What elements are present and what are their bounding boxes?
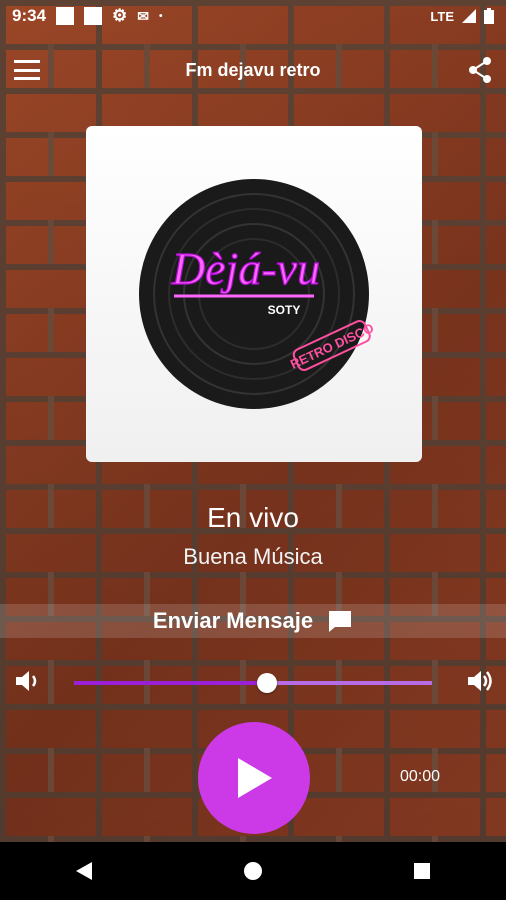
settings-icon: ⚙ <box>112 6 128 25</box>
notification-icon <box>56 7 75 25</box>
volume-slider[interactable] <box>74 673 432 693</box>
send-message-button[interactable]: Enviar Mensaje <box>0 604 506 638</box>
vinyl-logo: Dèjá-vu SOTY RETRO DISCO <box>139 179 374 409</box>
svg-text:SOTY: SOTY <box>268 303 301 317</box>
notification-icon <box>84 7 103 25</box>
battery-icon <box>484 8 494 24</box>
live-title: En vivo <box>207 502 299 533</box>
elapsed-time: 00:00 <box>400 768 441 785</box>
volume-thumb[interactable] <box>257 673 278 693</box>
recents-icon[interactable] <box>412 861 432 881</box>
program-subtitle: Buena Música <box>183 544 323 569</box>
svg-text:Dèjá-vu: Dèjá-vu <box>171 243 320 294</box>
volume-low-icon[interactable] <box>14 668 42 694</box>
network-label: LTE <box>430 8 454 24</box>
volume-high-icon[interactable] <box>466 668 494 694</box>
app-bar: Fm dejavu retro <box>0 32 506 108</box>
play-button[interactable] <box>198 722 310 834</box>
album-cover: Dèjá-vu SOTY RETRO DISCO <box>86 126 422 462</box>
back-icon[interactable] <box>74 860 94 882</box>
navigation-bar <box>0 842 506 900</box>
mail-icon: ✉ <box>137 7 150 24</box>
chat-icon <box>329 611 352 632</box>
volume-fill <box>74 681 268 685</box>
send-message-label: Enviar Mensaje <box>152 608 314 633</box>
status-time: 9:34 <box>12 6 47 25</box>
signal-icon <box>462 9 476 23</box>
status-bar: 9:34 ⚙ ✉ • LTE <box>0 0 506 32</box>
dot-icon: • <box>159 10 163 22</box>
home-icon[interactable] <box>242 860 264 882</box>
volume-control <box>0 664 506 700</box>
app-title: Fm dejavu retro <box>185 59 321 80</box>
play-icon <box>238 758 272 798</box>
